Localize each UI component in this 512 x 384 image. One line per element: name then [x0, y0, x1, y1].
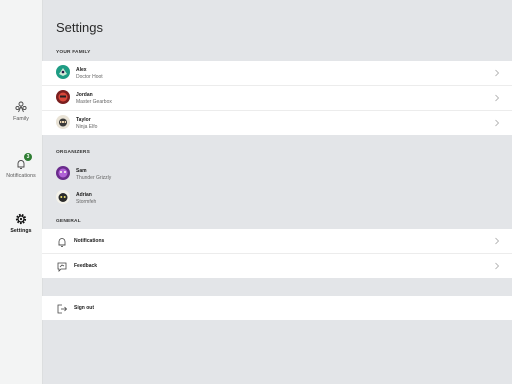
- signout-card: Sign out: [42, 296, 512, 320]
- avatar: [56, 90, 70, 104]
- sign-out-label: Sign out: [74, 305, 94, 311]
- page-title: Settings: [56, 20, 103, 35]
- member-gamertag: Ninja Elfo: [76, 124, 98, 130]
- avatar: [56, 65, 70, 79]
- chevron-right-icon: [495, 69, 500, 77]
- chevron-right-icon: [495, 237, 500, 245]
- section-heading-organizers: ORGANIZERS: [56, 150, 90, 155]
- family-member-row[interactable]: Jordan Master Gearbox: [42, 86, 512, 111]
- sign-out-button[interactable]: Sign out: [42, 296, 512, 320]
- member-name: Sam: [76, 168, 87, 174]
- member-name: Taylor: [76, 117, 91, 123]
- member-gamertag: Master Gearbox: [76, 99, 112, 105]
- family-list: Alex Doctor Hoot Jordan Master Gearbox T…: [42, 61, 512, 135]
- section-heading-general: GENERAL: [56, 219, 81, 224]
- sign-out-icon: [56, 302, 68, 314]
- member-gamertag: Doctor Hoot: [76, 74, 103, 80]
- chevron-right-icon: [495, 94, 500, 102]
- member-name: Jordan: [76, 92, 93, 98]
- avatar: [56, 190, 70, 204]
- family-icon: [14, 100, 28, 114]
- member-name: Adrian: [76, 192, 92, 198]
- general-item-notifications[interactable]: Notifications: [42, 229, 512, 254]
- avatar: [56, 166, 70, 180]
- sidebar-item-label: Notifications: [6, 173, 36, 179]
- chevron-right-icon: [495, 119, 500, 127]
- bell-icon: [56, 235, 68, 247]
- sidebar-item-family[interactable]: Family: [0, 100, 42, 122]
- member-name: Alex: [76, 67, 87, 73]
- sidebar: Family 3 Notifications Settings: [0, 0, 43, 384]
- general-item-label: Feedback: [74, 263, 98, 269]
- sidebar-item-label: Family: [13, 116, 29, 122]
- organizer-row: Sam Thunder Grizzly: [42, 162, 512, 186]
- general-list: Notifications Feedback: [42, 229, 512, 278]
- chevron-right-icon: [495, 262, 500, 270]
- sidebar-item-settings[interactable]: Settings: [0, 212, 42, 234]
- family-member-row[interactable]: Taylor Ninja Elfo: [42, 111, 512, 135]
- organizer-row: Adrian Stormfeh: [42, 186, 512, 210]
- member-gamertag: Stormfeh: [76, 199, 97, 205]
- bell-icon: 3: [14, 153, 32, 171]
- settings-panel: Settings YOUR FAMILY Alex Doctor Hoot Jo…: [42, 0, 512, 384]
- feedback-icon: [56, 260, 68, 272]
- notification-badge: 3: [24, 153, 32, 161]
- sidebar-item-notifications[interactable]: 3 Notifications: [0, 153, 42, 179]
- member-gamertag: Thunder Grizzly: [76, 175, 112, 181]
- sidebar-item-label: Settings: [10, 228, 32, 234]
- avatar: [56, 115, 70, 129]
- family-member-row[interactable]: Alex Doctor Hoot: [42, 61, 512, 86]
- general-item-label: Notifications: [74, 238, 105, 244]
- general-item-feedback[interactable]: Feedback: [42, 254, 512, 278]
- section-heading-family: YOUR FAMILY: [56, 50, 91, 55]
- gear-icon: [14, 212, 28, 226]
